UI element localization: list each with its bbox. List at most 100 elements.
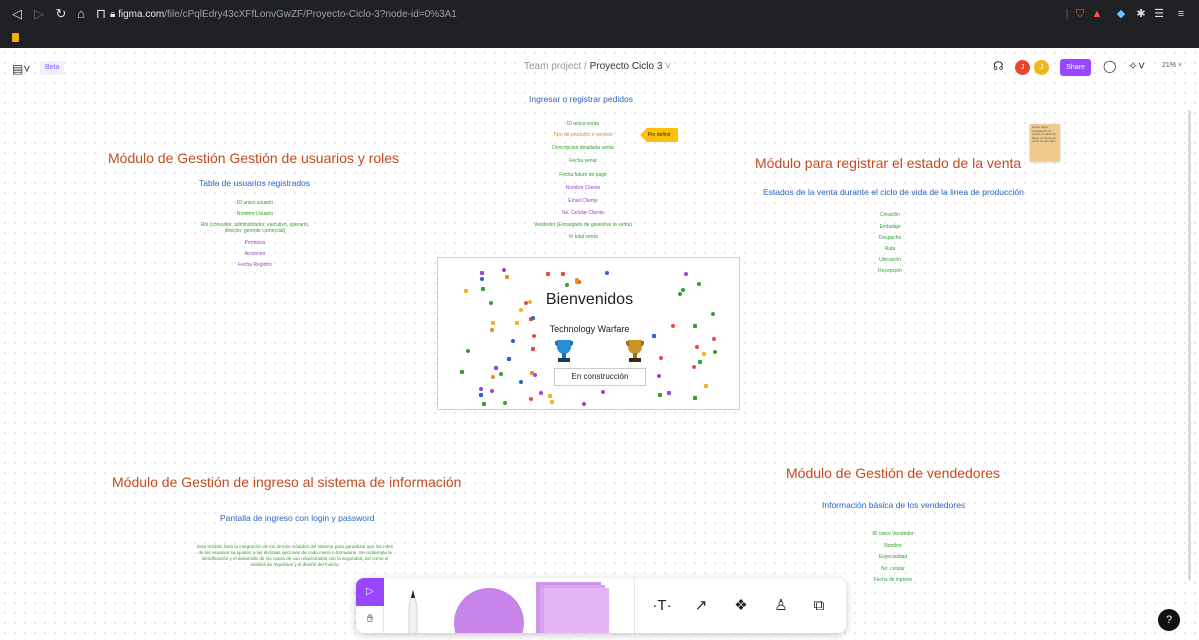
section-title: Módulo de Gestión de ingreso al sistema … (112, 474, 462, 490)
components-tool-icon[interactable]: ❖ (728, 593, 754, 619)
move-tool-icon[interactable]: ▷ (356, 578, 384, 606)
stamp-tool-icon[interactable]: ♙ (768, 593, 794, 619)
confetti-dot (478, 386, 483, 391)
confetti-dot (481, 401, 486, 406)
avatar[interactable]: J (1034, 60, 1049, 75)
hand-tool-icon[interactable]: ✋︎ (356, 606, 384, 633)
confetti-dot (498, 372, 503, 377)
share-button[interactable]: Share (1060, 59, 1091, 76)
confetti-dot (683, 271, 688, 276)
forward-icon[interactable]: ▷ (30, 5, 48, 23)
list-item: ID unico Vendedor (872, 531, 914, 537)
chevron-down-icon[interactable]: ˅ (665, 61, 671, 72)
confetti-dot (564, 282, 569, 287)
list-item: Fecha Registro (238, 262, 272, 268)
confetti-dot (511, 339, 516, 344)
blue-trophy-icon (554, 340, 574, 362)
section-title: Módulo de Gestión de vendedores (786, 465, 1001, 481)
list-item: Nombre (884, 543, 902, 549)
menu-icon[interactable]: ≡ (1174, 6, 1188, 22)
sticky-note-tool-icon[interactable] (544, 588, 609, 633)
vertical-scrollbar[interactable] (1188, 110, 1191, 580)
sparkle-icon[interactable]: ✧˅ (1128, 59, 1145, 73)
confetti-dot (504, 274, 509, 279)
browser-chrome: ◁ ▷ ↻ ⌂ ⊓ 🔒︎ figma.com/file/cPqlEdry43cX… (0, 0, 1199, 48)
image-tool-icon[interactable]: ⧉ (806, 593, 832, 619)
welcome-card[interactable]: Bienvenidos Technology Warfare En constr… (437, 257, 740, 410)
reload-icon[interactable]: ↻ (52, 5, 70, 23)
back-icon[interactable]: ◁ (8, 5, 26, 23)
confetti-dot (489, 389, 494, 394)
marker-tool-icon[interactable] (406, 588, 420, 633)
confetti-dot (547, 393, 552, 398)
confetti-dot (659, 356, 664, 361)
confetti-dot (711, 311, 716, 316)
confetti-dot (561, 272, 566, 277)
brave-rewards-icon[interactable]: ▲ (1090, 6, 1104, 22)
confetti-dot (691, 365, 696, 370)
confetti-dot (531, 347, 536, 352)
list-item: ID unico venta (567, 121, 599, 127)
confetti-dot (479, 277, 484, 282)
list-item: Recepción (878, 268, 902, 274)
list-item: Creación (879, 212, 901, 218)
bookmark-icon[interactable]: ⊓ (92, 5, 110, 23)
avatar[interactable]: J (1015, 60, 1030, 75)
list-item: Vr total venta (568, 234, 598, 240)
confetti-dot (703, 384, 708, 389)
status-tag[interactable]: Por definir (640, 128, 678, 142)
confetti-dot (698, 359, 703, 364)
file-breadcrumb[interactable]: Team project / Proyecto Ciclo 3 ˅ (524, 61, 671, 72)
confetti-dot (503, 401, 508, 406)
list-item: Descripcion detallada venta (552, 145, 614, 151)
list-item: Vendedor (Encargado de gestionar la vent… (533, 222, 633, 228)
confetti-dot (701, 351, 706, 356)
gold-trophy-icon (625, 340, 645, 362)
list-item: Permisos (244, 240, 266, 246)
address-bar[interactable]: 🔒︎ figma.com/file/cPqlEdry43cXFfLonvGwZF… (110, 6, 1060, 24)
list-item: Acciones (244, 251, 266, 257)
confetti-dot (460, 370, 465, 375)
connector-tool-icon[interactable]: ↗︎ (688, 593, 714, 619)
puzzle-icon[interactable]: ✱ (1134, 6, 1148, 22)
confetti-dot (493, 365, 498, 370)
zoom-level[interactable]: 21% ˅ (1162, 62, 1182, 69)
confetti-dot (657, 392, 662, 397)
list-item: director, gerente comercial) (224, 228, 286, 234)
confetti-dot (531, 315, 536, 320)
text-tool-icon[interactable]: ·T· (649, 593, 675, 619)
reading-list-icon[interactable]: ☰ (1152, 6, 1166, 22)
section-subtitle: Información básica de los vendedores (822, 500, 966, 510)
confetti-dot (545, 271, 550, 276)
list-item: Ruta (884, 246, 896, 252)
confetti-dot (666, 391, 671, 396)
confetti-dot (518, 380, 523, 385)
comment-icon[interactable]: ◯ (1103, 59, 1116, 73)
bookmark-folder-icon[interactable] (12, 33, 19, 42)
confetti-dot (604, 271, 609, 276)
figma-topbar: ▤˅ Beta Team project / Proyecto Ciclo 3 … (0, 56, 1199, 82)
shape-tool-icon[interactable] (454, 588, 524, 633)
section-subtitle: Estados de la venta durante el ciclo de … (763, 187, 1024, 197)
brave-shield-icon[interactable]: ⛉ (1072, 6, 1088, 22)
home-icon[interactable]: ⌂ (72, 5, 90, 23)
confetti-dot (506, 356, 511, 361)
module-description: Este módulo hará la integración de los d… (197, 544, 393, 567)
list-item: Tipo de producto o servicio (553, 132, 613, 138)
help-button[interactable]: ? (1158, 609, 1180, 631)
confetti-dot (694, 344, 699, 349)
under-construction-button[interactable]: En construcción (554, 368, 646, 386)
main-menu-icon[interactable]: ▤˅ (12, 62, 30, 76)
confetti-dot (533, 373, 538, 378)
sticky-note[interactable]: Definir mejor, comparando el estado de d… (1030, 124, 1060, 161)
confetti-dot (601, 390, 606, 395)
list-item: Despacho (878, 235, 902, 241)
confetti-dot (528, 397, 533, 402)
divider: | (1065, 8, 1069, 20)
confetti-dot (656, 373, 661, 378)
headphones-icon[interactable]: ☊ (993, 59, 1004, 73)
extension-icon[interactable]: ◆ (1114, 6, 1128, 22)
section-title: Módulo de Gestión Gestión de usuarios y … (108, 150, 400, 166)
confetti-dot (652, 334, 657, 339)
confetti-dot (532, 333, 537, 338)
